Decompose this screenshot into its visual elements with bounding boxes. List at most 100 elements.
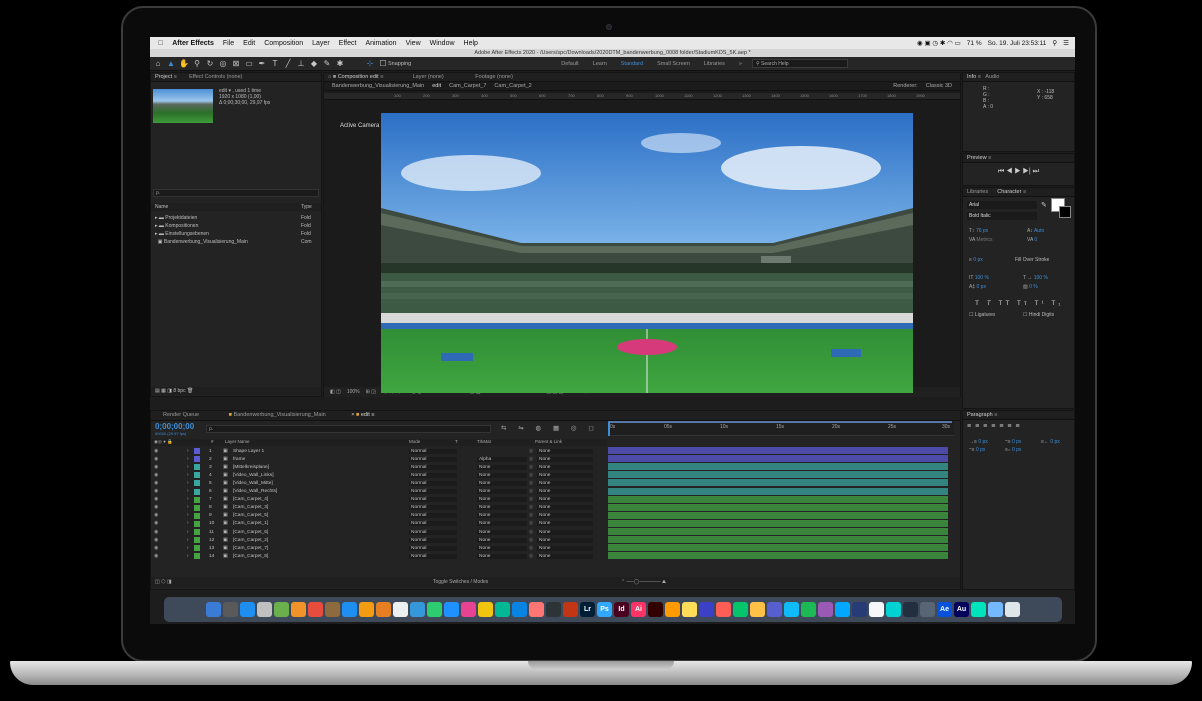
parent-select[interactable]: None	[537, 472, 593, 478]
parent-select[interactable]: None	[537, 480, 593, 486]
label-color-swatch[interactable]	[194, 480, 200, 487]
timeline-switch-icons[interactable]: ⇆ ⇋ ◍ ▦ ◎ ◻	[501, 424, 599, 432]
dock-app-icon[interactable]	[444, 602, 459, 617]
app-menu[interactable]: After Effects	[172, 40, 214, 47]
dock-app-icon[interactable]	[291, 602, 306, 617]
parent-pickwhip-icon[interactable]: ◎	[529, 457, 533, 462]
eraser-tool-icon[interactable]: ◆	[309, 59, 319, 69]
layer-duration-bar[interactable]	[608, 511, 948, 519]
mode-select[interactable]: Normal	[409, 529, 457, 535]
list-item[interactable]: ▸ ▬ Kompositionen Fold	[151, 222, 321, 230]
layer-name[interactable]: [Cam_Carpet_8]	[233, 554, 268, 559]
dock-app-icon[interactable]	[988, 602, 1003, 617]
menu-edit[interactable]: Edit	[243, 40, 255, 47]
dock-app-icon[interactable]	[223, 602, 238, 617]
playhead[interactable]	[608, 422, 610, 436]
workspace-learn[interactable]: Learn	[593, 61, 607, 67]
workspace-standard[interactable]: Standard	[621, 61, 643, 67]
layer-name[interactable]: Shape Layer 1	[233, 449, 264, 454]
dock-app-icon[interactable]	[257, 602, 272, 617]
search-help-input[interactable]: ⚲ Search Help	[751, 59, 848, 68]
table-row[interactable]: ◉ › 14 ▣ [Cam_Carpet_8] Normal None ◎ None	[151, 552, 607, 560]
expand-arrow-icon[interactable]: ›	[187, 481, 189, 486]
label-color-swatch[interactable]	[194, 520, 200, 527]
table-row[interactable]: ◉ › 3 ▣ [Mittelkreisplane] Normal None ◎ None	[151, 463, 607, 471]
menu-animation[interactable]: Animation	[365, 40, 396, 47]
visibility-eye-icon[interactable]: ◉	[154, 521, 158, 526]
crumb-edit[interactable]: edit	[432, 83, 441, 89]
eyedropper-icon[interactable]: ✎	[1041, 201, 1047, 209]
parent-select[interactable]: None	[537, 489, 593, 495]
pen-tool-icon[interactable]: ✒	[257, 59, 267, 69]
parent-select[interactable]: None	[537, 497, 593, 503]
dock-app-icon[interactable]	[529, 602, 544, 617]
align-icon[interactable]: ⊹	[365, 59, 375, 69]
label-color-swatch[interactable]	[194, 448, 200, 455]
space-after-field[interactable]: ≡₌ 0 px	[1001, 446, 1021, 454]
dock-app-icon[interactable]	[665, 602, 680, 617]
dock-app-icon[interactable]	[767, 602, 782, 617]
visibility-eye-icon[interactable]: ◉	[154, 554, 158, 559]
trkmat-select[interactable]: None	[477, 521, 527, 527]
dock-ai-icon[interactable]: Ai	[631, 602, 646, 617]
visibility-eye-icon[interactable]: ◉	[154, 473, 158, 478]
tab-info[interactable]: Info	[967, 74, 976, 80]
dock-app-icon[interactable]	[274, 602, 289, 617]
tab-footage[interactable]: Footage (none)	[475, 74, 513, 80]
column-name[interactable]: Name	[155, 204, 168, 210]
dock-app-icon[interactable]	[478, 602, 493, 617]
layer-duration-bar[interactable]	[608, 479, 948, 487]
stamp-tool-icon[interactable]: ⊥	[296, 59, 306, 69]
parent-pickwhip-icon[interactable]: ◎	[529, 497, 533, 502]
indent-first-field[interactable]: ⁼≡ 0 px	[1001, 438, 1021, 446]
work-area-bar[interactable]	[608, 421, 952, 423]
table-row[interactable]: ◉ › 6 ▣ [Video_Wall_Rechts] Normal None ◎ None	[151, 488, 607, 496]
dock-app-icon[interactable]	[359, 602, 374, 617]
parent-select[interactable]: None	[537, 537, 593, 543]
layer-name[interactable]: [Video_Wall_Rechts]	[233, 489, 277, 494]
visibility-eye-icon[interactable]: ◉	[154, 513, 158, 518]
expand-arrow-icon[interactable]: ›	[187, 554, 189, 559]
stroke-type-select[interactable]: Fill Over Stroke	[1011, 256, 1049, 264]
layer-name[interactable]: [Cam_Carpet_5]	[233, 513, 268, 518]
puppet-tool-icon[interactable]: ✱	[335, 59, 345, 69]
bpc-label[interactable]: 8 bpc	[173, 388, 185, 394]
parent-pickwhip-icon[interactable]: ◎	[529, 505, 533, 510]
table-row[interactable]: ◉ › 4 ▣ [Video_Wall_Links] Normal None ◎ None	[151, 471, 607, 479]
parent-select[interactable]: None	[537, 521, 593, 527]
mode-select[interactable]: Normal	[409, 537, 457, 543]
tsume-field[interactable]: ▨ 0 %	[1019, 283, 1038, 291]
visibility-eye-icon[interactable]: ◉	[154, 497, 158, 502]
timeline-timecode[interactable]: 0;00;00;00	[155, 422, 194, 431]
always-preview-icon[interactable]: ◧ ◫	[330, 389, 341, 395]
dock-au-icon[interactable]: Au	[954, 602, 969, 617]
renderer-select[interactable]: Classic 3D	[926, 83, 952, 89]
dock-ps-icon[interactable]: Ps	[597, 602, 612, 617]
parent-select[interactable]: None	[537, 553, 593, 559]
dock-app-icon[interactable]	[869, 602, 884, 617]
toggle-switches-modes[interactable]: Toggle Switches / Modes	[433, 577, 488, 587]
expand-arrow-icon[interactable]: ›	[187, 530, 189, 535]
layer-duration-bar[interactable]	[608, 536, 948, 544]
parent-pickwhip-icon[interactable]: ◎	[529, 546, 533, 551]
trash-icon[interactable]: 🗑	[187, 388, 193, 394]
trkmat-select[interactable]: None	[477, 497, 527, 503]
trkmat-select[interactable]: None	[477, 489, 527, 495]
mode-select[interactable]: Normal	[409, 480, 457, 486]
crumb-main[interactable]: Bandenwerbung_Visualisierung_Main	[332, 83, 424, 89]
dock-app-icon[interactable]	[716, 602, 731, 617]
layer-name[interactable]: [Cam_Carpet_6]	[233, 530, 268, 535]
snapping-checkbox[interactable]: ☐	[378, 59, 388, 69]
spotlight-icon[interactable]: ⚲	[1052, 39, 1057, 47]
font-size-field[interactable]: T↕ 76 px	[965, 227, 988, 235]
leading-field[interactable]: A↕ Auto	[1023, 227, 1044, 235]
visibility-eye-icon[interactable]: ◉	[154, 465, 158, 470]
dock-app-icon[interactable]	[971, 602, 986, 617]
list-item[interactable]: ▣ Bandenwerbung_Visualisierung_Main Com	[151, 238, 321, 246]
mode-select[interactable]: Normal	[409, 448, 457, 454]
table-row[interactable]: ◉ › 11 ▣ [Cam_Carpet_6] Normal None ◎ None	[151, 528, 607, 536]
layer-duration-bar[interactable]	[608, 463, 948, 471]
parent-select[interactable]: None	[537, 529, 593, 535]
label-color-swatch[interactable]	[194, 472, 200, 479]
trkmat-select[interactable]: None	[477, 505, 527, 511]
